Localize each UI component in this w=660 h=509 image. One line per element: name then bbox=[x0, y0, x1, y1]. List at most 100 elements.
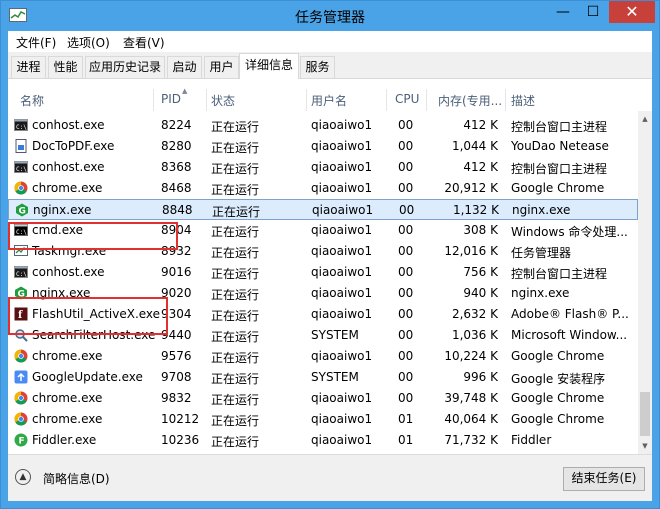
process-name: chrome.exe bbox=[32, 412, 103, 426]
process-description: Google Chrome bbox=[511, 349, 605, 363]
process-cpu: 00 bbox=[398, 370, 414, 384]
process-memory: 12,016 K bbox=[444, 244, 498, 258]
process-user: qiaoaiwo1 bbox=[311, 391, 373, 405]
svg-text:F: F bbox=[19, 437, 25, 447]
column-divider[interactable] bbox=[306, 89, 307, 111]
tab-app-history[interactable]: 应用历史记录 bbox=[85, 56, 165, 78]
client-area: 文件(F) 选项(O) 查看(V) 进程 性能 应用历史记录 启动 用户 详细信… bbox=[8, 31, 652, 501]
tab-performance[interactable]: 性能 bbox=[48, 56, 83, 78]
tab-details[interactable]: 详细信息 bbox=[239, 53, 299, 79]
menu-file[interactable]: 文件(F) bbox=[16, 34, 56, 50]
process-description: 控制台窗口主进程 bbox=[511, 267, 608, 281]
scroll-down-icon[interactable]: ▼ bbox=[638, 438, 652, 454]
process-user: qiaoaiwo1 bbox=[311, 307, 373, 321]
column-divider[interactable] bbox=[153, 89, 154, 111]
tab-users[interactable]: 用户 bbox=[204, 56, 239, 78]
header-pid[interactable]: PID bbox=[161, 92, 181, 106]
minimize-button[interactable]: — bbox=[549, 1, 577, 23]
header-memory[interactable]: 内存(专用... bbox=[438, 92, 502, 109]
process-user: qiaoaiwo1 bbox=[311, 160, 373, 174]
vertical-scrollbar[interactable]: ▲ ▼ bbox=[638, 111, 652, 454]
column-divider[interactable] bbox=[426, 89, 427, 111]
column-divider[interactable] bbox=[386, 89, 387, 111]
process-pid: 9440 bbox=[161, 328, 192, 342]
process-name: conhost.exe bbox=[32, 118, 105, 132]
end-task-button[interactable]: 结束任务(E) bbox=[563, 467, 645, 491]
process-user: qiaoaiwo1 bbox=[311, 265, 373, 279]
process-name: conhost.exe bbox=[32, 160, 105, 174]
process-name: DocToPDF.exe bbox=[32, 139, 115, 153]
tab-startup[interactable]: 启动 bbox=[167, 56, 202, 78]
header-name[interactable]: 名称 bbox=[20, 92, 44, 109]
process-pid: 10212 bbox=[161, 412, 200, 426]
process-pid: 9832 bbox=[161, 391, 192, 405]
title-bar[interactable]: 任务管理器 — ☐ ✕ bbox=[1, 1, 659, 31]
process-pid: 9304 bbox=[161, 307, 192, 321]
process-pid: 9016 bbox=[161, 265, 192, 279]
process-memory: 412 K bbox=[463, 118, 498, 132]
column-header: 名称 ▲ PID 状态 用户名 CPU 内存(专用... 描述 bbox=[8, 87, 638, 111]
svg-text:C:\: C:\ bbox=[16, 124, 27, 131]
menu-bar: 文件(F) 选项(O) 查看(V) bbox=[8, 31, 652, 52]
column-divider[interactable] bbox=[206, 89, 207, 111]
process-user: qiaoaiwo1 bbox=[311, 349, 373, 363]
table-row[interactable]: chrome.exe 9576 正在运行 qiaoaiwo1 00 10,224 K Goo… bbox=[8, 346, 638, 367]
process-description: Google Chrome bbox=[511, 391, 605, 405]
process-pid: 9708 bbox=[161, 370, 192, 384]
process-cpu: 00 bbox=[398, 160, 414, 174]
table-row[interactable]: C:\ conhost.exe 8368 正在运行 qiaoaiwo1 00 412 K 控制… bbox=[8, 157, 638, 178]
close-button[interactable]: ✕ bbox=[609, 1, 655, 23]
header-username[interactable]: 用户名 bbox=[311, 92, 347, 109]
menu-view[interactable]: 查看(V) bbox=[123, 34, 165, 50]
process-memory: 412 K bbox=[463, 160, 498, 174]
header-status[interactable]: 状态 bbox=[211, 92, 235, 109]
process-cpu: 01 bbox=[398, 433, 414, 447]
process-status: 正在运行 bbox=[211, 372, 260, 386]
sort-ascending-icon: ▲ bbox=[182, 87, 188, 95]
process-memory: 996 K bbox=[463, 370, 498, 384]
header-cpu[interactable]: CPU bbox=[395, 92, 419, 106]
process-status: 正在运行 bbox=[211, 162, 260, 176]
process-user: qiaoaiwo1 bbox=[311, 223, 373, 237]
process-description: YouDao Netease bbox=[511, 139, 609, 153]
process-user: qiaoaiwo1 bbox=[311, 433, 373, 447]
table-row[interactable]: Gnginx.exe 8848 正在运行 qiaoaiwo1 00 1,132 K ngin… bbox=[8, 199, 638, 220]
process-cpu: 00 bbox=[398, 328, 414, 342]
process-status: 正在运行 bbox=[211, 330, 260, 344]
table-row[interactable]: chrome.exe 9832 正在运行 qiaoaiwo1 00 39,748 K Goo… bbox=[8, 388, 638, 409]
table-row[interactable]: DocToPDF.exe 8280 正在运行 qiaoaiwo1 00 1,044 K Yo… bbox=[8, 136, 638, 157]
menu-options[interactable]: 选项(O) bbox=[67, 34, 110, 50]
collapse-up-icon[interactable]: ▲ bbox=[15, 469, 31, 485]
process-pid: 8280 bbox=[161, 139, 192, 153]
console-icon: C:\ bbox=[14, 161, 28, 173]
process-status: 正在运行 bbox=[211, 435, 260, 449]
scroll-thumb[interactable] bbox=[640, 392, 650, 436]
column-divider[interactable] bbox=[505, 89, 506, 111]
process-user: SYSTEM bbox=[311, 328, 359, 342]
table-row[interactable]: C:\ conhost.exe 9016 正在运行 qiaoaiwo1 00 756 K 控制… bbox=[8, 262, 638, 283]
process-memory: 40,064 K bbox=[444, 412, 498, 426]
process-memory: 756 K bbox=[463, 265, 498, 279]
process-pid: 9020 bbox=[161, 286, 192, 300]
process-pid: 10236 bbox=[161, 433, 200, 447]
table-row[interactable]: chrome.exe 8468 正在运行 qiaoaiwo1 00 20,912 K Goo… bbox=[8, 178, 638, 199]
maximize-button[interactable]: ☐ bbox=[579, 1, 607, 23]
process-memory: 10,224 K bbox=[444, 349, 498, 363]
table-row[interactable]: chrome.exe 10212 正在运行 qiaoaiwo1 01 40,064 K Go… bbox=[8, 409, 638, 430]
chrome-icon bbox=[14, 181, 28, 195]
process-description: Microsoft Window... bbox=[511, 328, 628, 342]
table-row[interactable]: C:\ conhost.exe 8224 正在运行 qiaoaiwo1 00 412 K 控制… bbox=[8, 115, 638, 136]
tab-services[interactable]: 服务 bbox=[300, 56, 335, 78]
fewer-details-link[interactable]: 简略信息(D) bbox=[43, 470, 110, 487]
process-description: 控制台窗口主进程 bbox=[511, 120, 608, 134]
tab-processes[interactable]: 进程 bbox=[11, 56, 46, 78]
table-row[interactable]: GoogleUpdate.exe 9708 正在运行 SYSTEM 00 996 K Goo… bbox=[8, 367, 638, 388]
chrome-icon bbox=[14, 349, 28, 363]
process-description: nginx.exe bbox=[511, 286, 570, 300]
table-row[interactable]: F Fiddler.exe 10236 正在运行 qiaoaiwo1 01 71,732 K… bbox=[8, 430, 638, 451]
header-description[interactable]: 描述 bbox=[511, 92, 535, 109]
tab-bar: 进程 性能 应用历史记录 启动 用户 详细信息 服务 bbox=[8, 52, 652, 79]
process-status: 正在运行 bbox=[211, 246, 260, 260]
process-pid: 8848 bbox=[162, 203, 193, 217]
scroll-up-icon[interactable]: ▲ bbox=[638, 111, 652, 127]
